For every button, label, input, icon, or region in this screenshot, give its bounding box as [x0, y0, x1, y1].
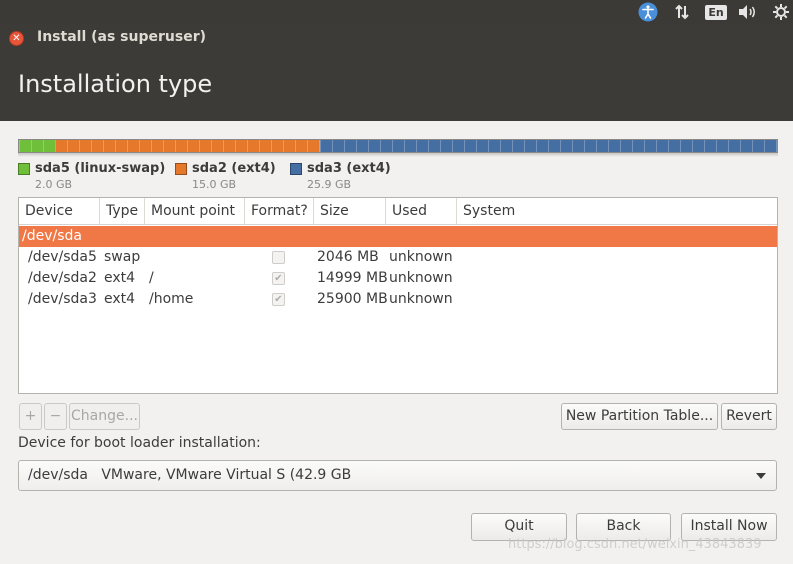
cell-type: ext4: [104, 270, 136, 286]
boot-loader-device-select[interactable]: /dev/sda VMware, VMware Virtual S (42.9 …: [18, 460, 777, 491]
cell-size: 2046 MB: [317, 249, 379, 265]
legend-swatch-sda3: [290, 163, 302, 175]
add-partition-button[interactable]: +: [19, 403, 42, 430]
remove-partition-button[interactable]: −: [44, 403, 67, 430]
cell-device: /dev/sda2: [28, 270, 97, 286]
table-row[interactable]: /dev/sda2 ext4 / ✔ 14999 MB unknown: [19, 268, 777, 289]
column-header-device[interactable]: Device: [19, 198, 100, 224]
column-header-format[interactable]: Format?: [245, 198, 314, 224]
cell-device: /dev/sda: [22, 228, 82, 244]
cell-mount-point: /: [149, 270, 154, 286]
format-checkbox[interactable]: ✔: [272, 293, 285, 306]
column-header-type[interactable]: Type: [100, 198, 145, 224]
partition-usage-bar: [18, 139, 778, 153]
partition-table[interactable]: Device Type Mount point Format? Size Use…: [18, 197, 778, 394]
legend-name-sda2: sda2 (ext4): [192, 161, 276, 176]
legend-name-sda3: sda3 (ext4): [307, 161, 391, 176]
close-window-button[interactable]: ✕: [9, 31, 24, 46]
boot-loader-label: Device for boot loader installation:: [18, 435, 261, 451]
checkmark-icon: ✔: [274, 294, 283, 305]
legend-size-sda3: 25.9 GB: [307, 178, 352, 191]
system-top-panel: En: [0, 0, 793, 24]
cell-used: unknown: [389, 270, 453, 286]
legend-name-sda5: sda5 (linux-swap): [35, 161, 166, 176]
new-partition-table-button[interactable]: New Partition Table...: [561, 403, 718, 430]
column-header-used[interactable]: Used: [386, 198, 457, 224]
cell-device: /dev/sda3: [28, 291, 97, 307]
watermark: https://blog.csdn.net/weixin_43843839: [508, 537, 762, 552]
table-row[interactable]: /dev/sda3 ext4 /home ✔ 25900 MB unknown: [19, 289, 777, 310]
change-partition-button[interactable]: Change...: [69, 403, 140, 430]
legend-size-sda5: 2.0 GB: [35, 178, 73, 191]
legend-size-sda2: 15.0 GB: [192, 178, 237, 191]
partition-segment-2: [319, 140, 777, 152]
close-icon: ✕: [12, 33, 21, 44]
column-header-system[interactable]: System: [457, 198, 777, 224]
column-header-size[interactable]: Size: [314, 198, 386, 224]
window-title: Install (as superuser): [37, 29, 206, 45]
volume-icon[interactable]: [736, 1, 760, 23]
table-header: Device Type Mount point Format? Size Use…: [19, 198, 777, 225]
table-row[interactable]: /dev/sda: [19, 226, 777, 247]
revert-button[interactable]: Revert: [721, 403, 777, 430]
accessibility-icon[interactable]: [637, 1, 659, 23]
cell-type: swap: [104, 249, 141, 265]
network-icon[interactable]: [671, 1, 693, 23]
column-header-mount-point[interactable]: Mount point: [145, 198, 245, 224]
format-checkbox[interactable]: ✔: [272, 272, 285, 285]
keyboard-layout-icon[interactable]: En: [705, 1, 727, 23]
table-row[interactable]: /dev/sda5 swap 2046 MB unknown: [19, 247, 777, 268]
partition-segment-0: [19, 140, 55, 152]
legend-swatch-sda2: [175, 163, 187, 175]
cell-mount-point: /home: [149, 291, 194, 307]
cell-size: 14999 MB: [317, 270, 388, 286]
cell-used: unknown: [389, 249, 453, 265]
boot-loader-selected-value: /dev/sda VMware, VMware Virtual S (42.9 …: [28, 467, 352, 483]
page-title: Installation type: [18, 70, 213, 98]
settings-gear-icon[interactable]: [770, 1, 792, 23]
cell-device: /dev/sda5: [28, 249, 97, 265]
dropdown-arrow-icon: [756, 473, 766, 479]
legend-swatch-sda5: [18, 163, 30, 175]
checkmark-icon: ✔: [274, 273, 283, 284]
cell-type: ext4: [104, 291, 136, 307]
format-checkbox[interactable]: [272, 251, 285, 264]
partition-bar-shadow: [18, 153, 778, 157]
cell-used: unknown: [389, 291, 453, 307]
cell-size: 25900 MB: [317, 291, 388, 307]
partition-segment-1: [54, 140, 320, 152]
